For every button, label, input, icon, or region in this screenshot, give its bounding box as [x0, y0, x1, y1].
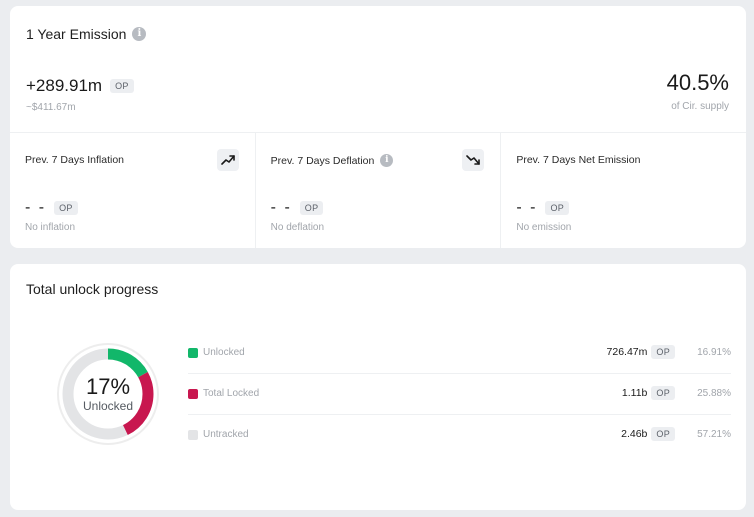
- legend-row-unlocked: Unlocked 726.47m OP 16.91%: [188, 333, 731, 374]
- legend-name: Total Locked: [203, 388, 260, 399]
- emission-amount: +289.91m OP: [26, 76, 134, 96]
- emission-percent-label: of Cir. supply: [671, 101, 729, 112]
- info-icon[interactable]: i: [132, 27, 147, 41]
- token-badge: OP: [545, 201, 570, 215]
- stats-row: Prev. 7 Days Inflation - - OP No inflati…: [10, 132, 746, 248]
- emission-percent: 40.5%: [666, 70, 729, 95]
- stat-label-text: Prev. 7 Days Inflation: [25, 154, 125, 166]
- legend-amount: 726.47m OP: [607, 345, 675, 359]
- trend-up-icon: [220, 155, 235, 165]
- token-badge: OP: [651, 427, 675, 441]
- stat-label-text: Prev. 7 Days Deflation: [270, 154, 375, 167]
- stat-label: Prev. 7 Days Inflation: [25, 154, 124, 166]
- token-badge: OP: [54, 201, 78, 215]
- legend-row-untracked: Untracked 2.46b OP 57.21%: [188, 415, 731, 456]
- stat-subtext: No emission: [516, 222, 572, 233]
- donut-center: 17% Unlocked: [54, 340, 162, 448]
- stat-deflation: Prev. 7 Days Deflation i - - OP No defla…: [256, 133, 502, 248]
- stat-value: - - OP: [271, 199, 324, 217]
- token-badge: OP: [651, 386, 675, 400]
- trend-down-icon: [466, 155, 481, 165]
- legend-swatch: [188, 389, 198, 399]
- legend-amount: 2.46b OP: [621, 427, 675, 441]
- stat-value: - - OP: [516, 199, 570, 217]
- legend-row-total-locked: Total Locked 1.11b OP 25.88%: [188, 374, 731, 415]
- emission-usd-value: ~$411.67m: [26, 102, 76, 113]
- stat-label: Prev. 7 Days Net Emission: [516, 154, 640, 166]
- legend-swatch: [188, 348, 198, 358]
- stat-value-text: - -: [270, 199, 292, 216]
- emission-title-text: 1 Year Emission: [26, 26, 127, 42]
- unlock-legend: Unlocked 726.47m OP 16.91% Total Locked …: [188, 333, 731, 456]
- legend-amount-value: 2.46b: [621, 428, 648, 440]
- trend-up-button[interactable]: [216, 149, 239, 171]
- stat-value-text: - -: [25, 199, 47, 216]
- token-badge: OP: [299, 201, 324, 215]
- emission-title: 1 Year Emission i: [26, 26, 147, 42]
- legend-name: Unlocked: [203, 347, 245, 358]
- stat-subtext: No deflation: [270, 222, 325, 233]
- stat-value: - - OP: [25, 199, 78, 217]
- stat-label: Prev. 7 Days Deflation i: [271, 154, 394, 167]
- legend-amount-value: 726.47m: [606, 346, 648, 358]
- donut-center-label: Unlocked: [82, 399, 134, 413]
- legend-percent: 25.88%: [697, 388, 731, 399]
- stat-label-text: Prev. 7 Days Net Emission: [516, 154, 641, 166]
- stat-value-text: - -: [516, 199, 538, 216]
- token-badge: OP: [110, 79, 134, 93]
- emission-amount-value: +289.91m: [26, 76, 103, 95]
- unlock-progress-card: Total unlock progress 17% Unlocked Unloc…: [10, 264, 746, 510]
- stat-subtext: No inflation: [25, 222, 76, 233]
- info-icon[interactable]: i: [380, 154, 394, 167]
- legend-swatch: [188, 430, 198, 440]
- stat-inflation: Prev. 7 Days Inflation - - OP No inflati…: [10, 133, 256, 248]
- unlock-title: Total unlock progress: [26, 281, 159, 297]
- legend-amount: 1.11b OP: [622, 386, 675, 400]
- emission-card: 1 Year Emission i +289.91m OP ~$411.67m …: [10, 6, 746, 248]
- token-badge: OP: [651, 345, 675, 359]
- trend-down-button[interactable]: [462, 149, 485, 171]
- legend-amount-value: 1.11b: [621, 387, 648, 399]
- donut-center-percent: 17%: [85, 374, 131, 399]
- legend-percent: 57.21%: [697, 429, 731, 440]
- legend-name: Untracked: [203, 429, 249, 440]
- stat-net-emission: Prev. 7 Days Net Emission - - OP No emis…: [501, 133, 746, 248]
- legend-percent: 16.91%: [697, 347, 731, 358]
